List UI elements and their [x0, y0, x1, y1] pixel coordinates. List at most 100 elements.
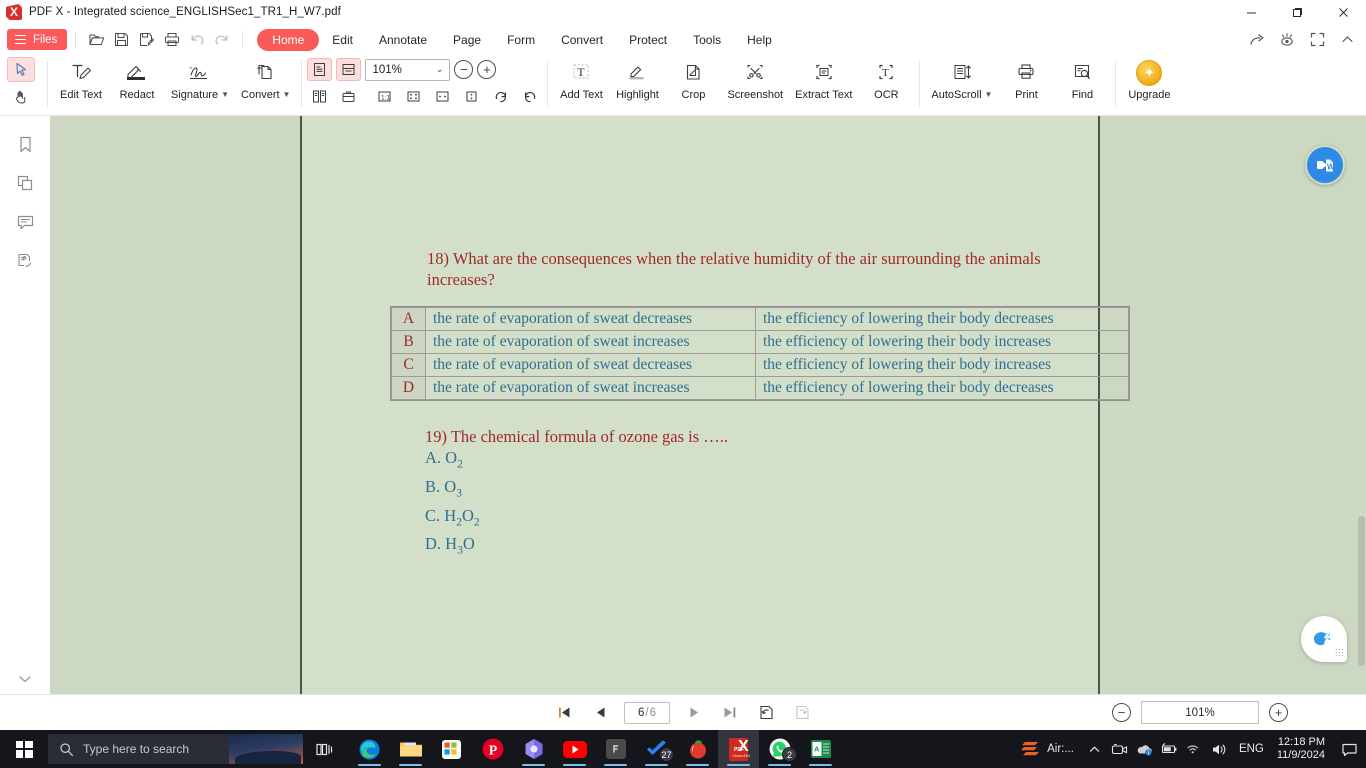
redo-icon[interactable] — [209, 28, 234, 51]
fit-height-icon[interactable] — [459, 85, 484, 108]
clock[interactable]: 12:18 PM 11/9/2024 — [1271, 736, 1334, 763]
taskbar-app-microsoft-store[interactable] — [431, 730, 472, 768]
taskbar-app-microsoft-edge[interactable] — [349, 730, 390, 768]
status-zoom-level[interactable]: 101% — [1141, 701, 1259, 724]
tab-form[interactable]: Form — [494, 28, 548, 52]
scrollbar-thumb[interactable] — [1358, 516, 1365, 666]
taskbar-app-youtube[interactable] — [554, 730, 595, 768]
next-page-icon[interactable] — [682, 701, 706, 725]
signature-button[interactable]: × Signature ▼ — [165, 55, 235, 101]
fit-width-icon[interactable] — [430, 85, 455, 108]
briefcase-icon[interactable] — [336, 85, 361, 108]
extract-text-button[interactable]: Extract Text — [789, 55, 858, 101]
taskbar-app-pinterest[interactable]: P — [472, 730, 513, 768]
attachments-icon[interactable] — [10, 247, 40, 275]
highlight-button[interactable]: Highlight — [609, 55, 665, 101]
thumbnails-icon[interactable] — [10, 169, 40, 197]
wifi-icon[interactable] — [1182, 730, 1207, 768]
comments-icon[interactable] — [10, 208, 40, 236]
share-icon[interactable] — [1242, 28, 1272, 51]
show-hidden-icons[interactable] — [1082, 730, 1107, 768]
convert-button[interactable]: Convert ▼ — [235, 55, 296, 101]
taskbar-app-todoist[interactable]: 27 — [636, 730, 677, 768]
tab-tools[interactable]: Tools — [680, 28, 734, 52]
expand-panel-icon[interactable] — [0, 672, 50, 686]
pdf-to-word-icon[interactable]: W — [1305, 145, 1345, 185]
minimize-button[interactable] — [1228, 0, 1274, 24]
autoscroll-button[interactable]: AutoScroll ▼ — [925, 55, 998, 101]
save-as-icon[interactable] — [134, 28, 159, 51]
print-quick-icon[interactable] — [159, 28, 184, 51]
taskbar-app-file-explorer[interactable] — [390, 730, 431, 768]
redo-view-icon[interactable] — [790, 701, 814, 725]
undo-view-icon[interactable] — [754, 701, 778, 725]
open-file-icon[interactable] — [84, 28, 109, 51]
continuous-view-icon[interactable] — [336, 58, 362, 81]
find-button[interactable]: Find — [1054, 55, 1110, 101]
taskbar-app-whatsapp[interactable]: 2 — [759, 730, 800, 768]
tab-convert[interactable]: Convert — [548, 28, 616, 52]
volume-icon[interactable] — [1207, 730, 1232, 768]
crop-button[interactable]: Crop — [665, 55, 721, 101]
save-icon[interactable] — [109, 28, 134, 51]
bookmarks-icon[interactable] — [10, 130, 40, 158]
read-mode-icon[interactable] — [1272, 28, 1302, 51]
status-zoom-in-button[interactable]: + — [1269, 703, 1288, 722]
edit-text-button[interactable]: Edit Text — [53, 55, 109, 101]
tab-home[interactable]: Home — [257, 28, 320, 51]
onedrive-icon[interactable]: i — [1132, 730, 1157, 768]
collapse-ribbon-icon[interactable] — [1332, 28, 1362, 51]
last-page-icon[interactable] — [718, 701, 742, 725]
battery-icon[interactable] — [1157, 730, 1182, 768]
zoom-select[interactable]: 101% — [365, 58, 451, 81]
search-input[interactable]: Type here to search — [48, 734, 303, 764]
pdf-viewer[interactable]: 18) What are the consequences when the r… — [50, 116, 1366, 694]
taskbar-app-microsoft-copilot[interactable] — [513, 730, 554, 768]
fullscreen-icon[interactable] — [1302, 28, 1332, 51]
status-zoom-out-button[interactable]: − — [1112, 703, 1131, 722]
undo-icon[interactable] — [184, 28, 209, 51]
taskbar-app-excel[interactable]: A — [800, 730, 841, 768]
vertical-scrollbar[interactable] — [1357, 116, 1366, 694]
tab-page[interactable]: Page — [440, 28, 494, 52]
tab-edit[interactable]: Edit — [319, 28, 366, 52]
actual-size-icon[interactable]: 1:1 — [372, 85, 397, 108]
taskbar-app-pomodoro-timer[interactable] — [677, 730, 718, 768]
previous-page-icon[interactable] — [588, 701, 612, 725]
files-button[interactable]: Files — [7, 29, 68, 50]
action-center-icon[interactable] — [1334, 730, 1364, 768]
task-view-icon[interactable] — [303, 730, 345, 768]
first-page-icon[interactable] — [552, 701, 576, 725]
single-page-view-icon[interactable] — [307, 58, 333, 81]
tab-help[interactable]: Help — [734, 28, 785, 52]
taskbar-app-air[interactable]: Air:... — [1013, 738, 1082, 760]
language-indicator[interactable]: ENG — [1232, 743, 1271, 755]
ai-assistant-icon[interactable] — [1301, 616, 1347, 662]
zoom-in-button[interactable]: + — [477, 60, 497, 79]
tab-protect[interactable]: Protect — [616, 28, 680, 52]
hand-tool[interactable] — [7, 84, 35, 109]
rotate-right-icon[interactable] — [488, 85, 513, 108]
select-tool[interactable] — [7, 57, 35, 82]
two-page-view-icon[interactable] — [307, 85, 332, 108]
redact-button[interactable]: Redact — [109, 55, 165, 101]
clock-time: 12:18 PM — [1277, 735, 1325, 748]
windows-start-icon[interactable] — [0, 730, 48, 768]
print-button[interactable]: Print — [998, 55, 1054, 101]
upgrade-button[interactable]: ✦ Upgrade — [1121, 55, 1177, 101]
add-text-button[interactable]: T Add Text — [553, 55, 609, 101]
divider — [75, 31, 77, 48]
taskbar-app-pdf-x-reader[interactable]: PDFXViewer&Editor — [718, 730, 759, 768]
taskbar-app-generic-app[interactable] — [595, 730, 636, 768]
maximize-button[interactable] — [1274, 0, 1320, 24]
zoom-out-button[interactable]: − — [454, 60, 474, 79]
highlight-icon — [625, 59, 649, 86]
ocr-button[interactable]: T OCR — [858, 55, 914, 101]
screenshot-button[interactable]: Screenshot — [721, 55, 789, 101]
fit-page-icon[interactable] — [401, 85, 426, 108]
tab-annotate[interactable]: Annotate — [366, 28, 440, 52]
close-button[interactable] — [1320, 0, 1366, 24]
rotate-left-icon[interactable] — [517, 85, 542, 108]
page-number-input[interactable]: 6/6 — [624, 701, 670, 724]
camera-icon[interactable] — [1107, 730, 1132, 768]
